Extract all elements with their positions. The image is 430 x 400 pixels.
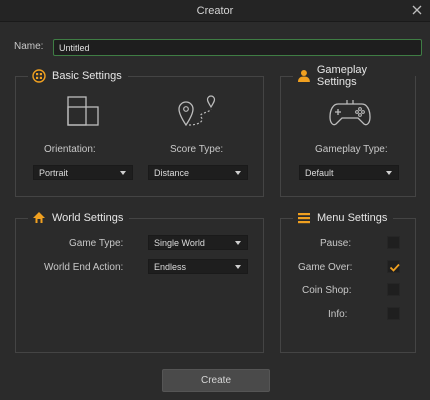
- chevron-down-icon: [386, 171, 392, 175]
- gamepad-icon: [329, 100, 371, 126]
- score-type-select[interactable]: Distance: [148, 165, 248, 180]
- score-type-label: Score Type:: [170, 144, 224, 155]
- menu-settings-title: Menu Settings: [317, 212, 388, 224]
- pause-label: Pause:: [320, 238, 352, 249]
- coin-shop-label: Coin Shop:: [302, 285, 352, 296]
- basic-settings-title: Basic Settings: [52, 70, 122, 82]
- world-end-action-label: World End Action:: [44, 262, 124, 273]
- gameplay-type-label: Gameplay Type:: [315, 144, 388, 155]
- score-route-icon: [178, 95, 216, 127]
- world-settings-title: World Settings: [52, 212, 124, 224]
- gameplay-type-value: Default: [305, 168, 334, 178]
- menu-icon: [298, 213, 310, 224]
- info-label: Info:: [328, 309, 348, 320]
- create-button[interactable]: Create: [162, 369, 270, 392]
- person-icon: [297, 70, 310, 82]
- orientation-icon: [67, 96, 99, 126]
- game-over-checkbox[interactable]: [387, 260, 400, 273]
- world-icon: [33, 212, 45, 223]
- info-checkbox[interactable]: [387, 307, 400, 320]
- orientation-value: Portrait: [39, 168, 69, 178]
- world-settings-header: World Settings: [28, 210, 130, 226]
- basic-settings-header: Basic Settings: [28, 68, 128, 84]
- game-type-select[interactable]: Single World: [148, 235, 248, 250]
- score-type-value: Distance: [154, 168, 190, 178]
- orientation-select[interactable]: Portrait: [33, 165, 133, 180]
- menu-settings-header: Menu Settings: [293, 210, 394, 226]
- name-label: Name:: [14, 41, 44, 52]
- game-type-value: Single World: [154, 238, 205, 248]
- coin-shop-checkbox[interactable]: [387, 283, 400, 296]
- chevron-down-icon: [235, 265, 241, 269]
- gameplay-settings-title: Gameplay Settings: [316, 64, 368, 88]
- pause-checkbox[interactable]: [387, 236, 400, 249]
- settings-grid-icon: [32, 69, 46, 83]
- game-type-label: Game Type:: [69, 238, 124, 249]
- window-title: Creator: [196, 5, 234, 17]
- world-end-action-value: Endless: [154, 262, 187, 272]
- gameplay-type-select[interactable]: Default: [299, 165, 399, 180]
- gameplay-settings-header: Gameplay Settings: [293, 64, 415, 88]
- world-end-action-select[interactable]: Endless: [148, 259, 248, 274]
- chevron-down-icon: [235, 241, 241, 245]
- chevron-down-icon: [120, 171, 126, 175]
- title-bar: Creator: [0, 0, 430, 22]
- orientation-label: Orientation:: [44, 144, 96, 155]
- close-icon[interactable]: [410, 3, 424, 17]
- checkmark-icon: [389, 263, 400, 272]
- chevron-down-icon: [235, 171, 241, 175]
- name-input[interactable]: [53, 39, 422, 56]
- game-over-label: Game Over:: [298, 262, 353, 273]
